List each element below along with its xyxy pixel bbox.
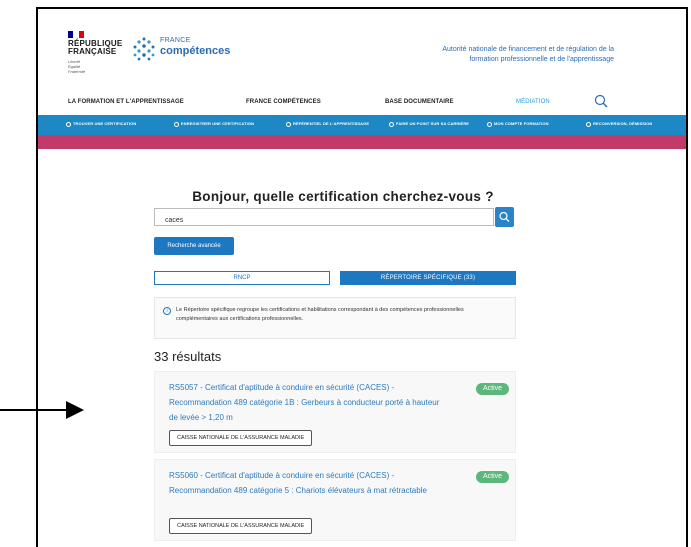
search-icon[interactable] [594,94,608,108]
authority-tagline: Autorité nationale de financement et de … [414,45,614,65]
accent-banner [38,135,686,149]
search-button[interactable] [495,207,514,227]
toolbar-item-reconversion[interactable]: RECONVERSION, DÉMISSION [586,121,652,127]
republic-motto: Liberté Égalité Fraternité [68,59,86,74]
annotation-arrow-shaft [0,409,72,411]
document-icon [174,122,179,127]
republique-francaise-logo[interactable]: RÉPUBLIQUE FRANÇAISE [68,40,122,56]
brand-name-small: FRANCE [160,37,191,44]
toolbar-label: RECONVERSION, DÉMISSION [593,121,653,126]
toolbar-item-carriere[interactable]: FAIRE UN POINT SUR SA CARRIÈRE [389,121,469,127]
toolbar-item-referentiel[interactable]: RÉFÉRENTIEL DE L'APPRENTISSAGE [286,121,369,127]
nav-item-base-documentaire[interactable]: BASE DOCUMENTAIRE [385,99,454,105]
status-badge: Active [475,471,509,483]
result-card[interactable]: RS5057 - Certificat d'aptitude à conduir… [154,371,516,453]
info-icon: i [163,307,171,315]
quick-access-toolbar: TROUVER UNE CERTIFICATION ENREGISTRER UN… [38,115,686,135]
nav-item-mediation[interactable]: MÉDIATION [516,99,550,105]
brand-name-big[interactable]: compétences [160,45,230,57]
tab-rncp[interactable]: RNCP [154,271,330,285]
info-notice: i Le Répertoire spécifique regroupe les … [154,297,516,339]
organization-tag[interactable]: CAISSE NATIONALE DE L'ASSURANCE MALADIE [169,430,313,446]
euro-icon [487,122,492,127]
search-icon [499,211,510,222]
french-flag-logo [68,31,84,38]
site-header: RÉPUBLIQUE FRANÇAISE Liberté Égalité Fra… [38,9,686,89]
toolbar-label: FAIRE UN POINT SUR SA CARRIÈRE [396,121,470,126]
organization-tag[interactable]: CAISSE NATIONALE DE L'ASSURANCE MALADIE [169,518,313,534]
authority-line-2: formation professionnelle et de l'appren… [469,56,614,63]
toolbar-item-trouver[interactable]: TROUVER UNE CERTIFICATION [66,121,136,127]
toolbar-item-enregistrer[interactable]: ENREGISTRER UNE CERTIFICATION [174,121,254,127]
result-title-link[interactable]: RS5060 - Certificat d'aptitude à conduir… [169,468,449,498]
gear-icon [586,122,591,127]
authority-line-1: Autorité nationale de financement et de … [442,46,614,53]
tab-repertoire-specifique[interactable]: RÉPERTOIRE SPÉCIFIQUE (33) [340,271,516,285]
toolbar-label: MON COMPTE FORMATION [494,121,549,126]
certificate-icon [286,122,291,127]
info-text: Le Répertoire spécifique regroupe les ce… [176,307,464,322]
nav-item-formation[interactable]: LA FORMATION ET L'APPRENTISSAGE [68,99,184,105]
status-badge: Active [475,383,509,395]
arrow-right-icon [66,401,84,419]
result-title-link[interactable]: RS5057 - Certificat d'aptitude à conduir… [169,380,449,425]
advanced-search-button[interactable]: Recherche avancée [154,237,234,255]
toolbar-item-compte-formation[interactable]: MON COMPTE FORMATION [487,121,549,127]
results-count: 33 résultats [154,349,222,364]
toolbar-label: ENREGISTRER UNE CERTIFICATION [181,121,255,126]
search-heading: Bonjour, quelle certification cherchez-v… [192,189,494,204]
france-competences-logo-icon [133,37,155,61]
toolbar-label: TROUVER UNE CERTIFICATION [73,121,137,126]
main-navigation: LA FORMATION ET L'APPRENTISSAGE FRANCE C… [38,94,686,111]
search-input[interactable] [155,212,475,229]
nav-item-france-competences[interactable]: FRANCE COMPÉTENCES [246,99,321,105]
search-field[interactable] [154,208,494,229]
search-icon [66,122,71,127]
compass-icon [389,122,394,127]
toolbar-label: RÉFÉRENTIEL DE L'APPRENTISSAGE [293,121,370,126]
logo-line-2: FRANÇAISE [68,47,117,56]
browser-page: RÉPUBLIQUE FRANÇAISE Liberté Égalité Fra… [36,7,688,547]
result-card[interactable]: RS5060 - Certificat d'aptitude à conduir… [154,459,516,541]
